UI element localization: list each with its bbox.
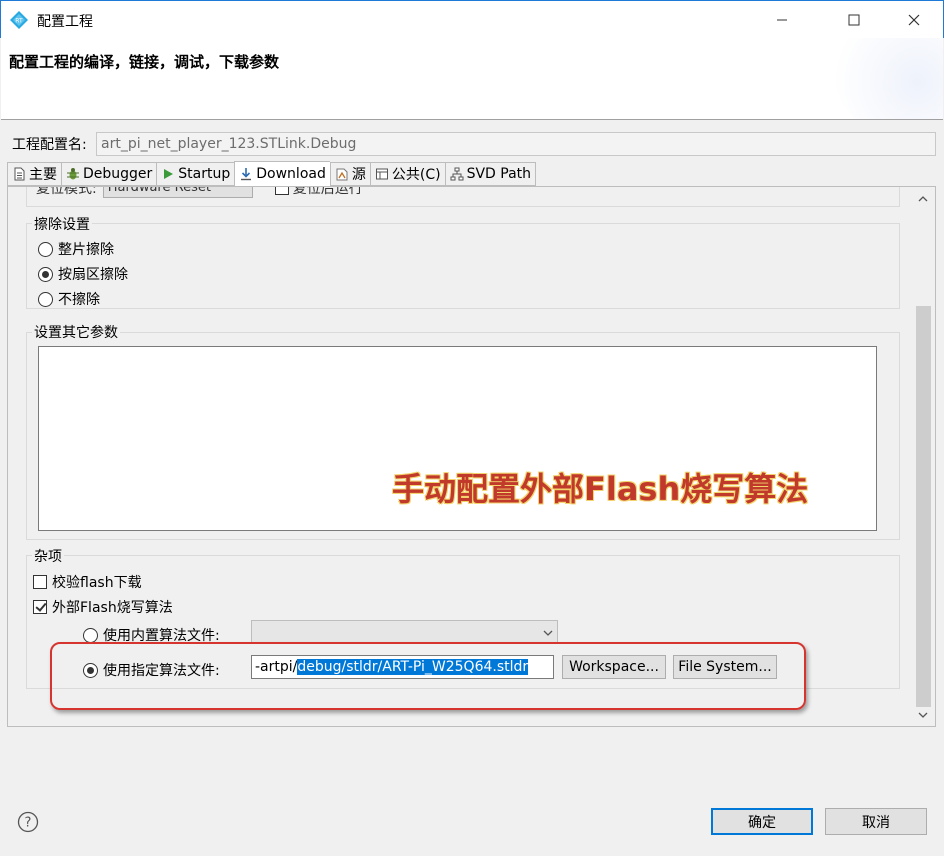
- tab-label: 公共(C): [391, 167, 441, 183]
- highlight-annotation-box: [50, 642, 806, 710]
- run-after-reset-checkbox[interactable]: [274, 187, 289, 195]
- erase-option-none[interactable]: 不擦除: [38, 289, 100, 309]
- cancel-button[interactable]: 取消: [825, 808, 927, 835]
- tab-debugger[interactable]: Debugger: [61, 162, 157, 186]
- option-label: 不擦除: [58, 292, 100, 308]
- config-name-row: 工程配置名: art_pi_net_player_123.STLink.Debu…: [12, 132, 936, 156]
- erase-option-full[interactable]: 整片擦除: [38, 239, 114, 259]
- annotation-overlay-text: 手动配置外部Flash烧写算法: [392, 470, 809, 508]
- bug-icon: [67, 168, 79, 180]
- tab-label: Debugger: [83, 166, 153, 182]
- scroll-down-icon[interactable]: [918, 710, 928, 720]
- dialog-header: 配置工程的编译，链接，调试，下载参数: [1, 38, 943, 120]
- builtin-algorithm-select[interactable]: [251, 620, 558, 644]
- radio-no-erase[interactable]: [38, 291, 53, 307]
- tab-svd-path[interactable]: SVD Path: [444, 162, 537, 186]
- radio-sector-erase[interactable]: [38, 266, 53, 282]
- tab-download[interactable]: Download: [234, 161, 330, 187]
- tab-label: Download: [256, 166, 326, 182]
- scroll-up-icon[interactable]: [918, 194, 928, 204]
- option-label: 整片擦除: [58, 242, 114, 258]
- minimize-button[interactable]: [759, 1, 805, 39]
- reset-mode-label: 复位模式:: [36, 186, 97, 197]
- reset-mode-select[interactable]: Hardware Reset: [102, 187, 253, 198]
- title-bar: RT 配置工程: [0, 0, 944, 38]
- misc-title: 杂项: [32, 546, 64, 566]
- ok-button[interactable]: 确定: [711, 808, 813, 835]
- tab-label: SVD Path: [466, 166, 532, 182]
- svg-text:?: ?: [25, 816, 32, 831]
- erase-option-sector[interactable]: 按扇区擦除: [38, 264, 128, 284]
- download-icon: [241, 168, 252, 181]
- tab-main[interactable]: 主要: [7, 162, 61, 186]
- maximize-icon: [848, 14, 860, 26]
- run-after-reset-label: 复位后运行: [292, 186, 363, 197]
- other-params-title: 设置其它参数: [32, 322, 120, 342]
- vertical-scrollbar[interactable]: [914, 190, 932, 721]
- svg-text:RT: RT: [15, 18, 23, 25]
- svd-icon: [450, 167, 464, 181]
- close-icon: [908, 14, 920, 26]
- tab-startup[interactable]: Startup: [156, 162, 235, 186]
- tab-bar: 主要 Debugger Startup Download 源 公共(C) SVD…: [7, 161, 537, 187]
- scrollbar-thumb[interactable]: [916, 306, 931, 707]
- tab-label: 主要: [29, 167, 57, 183]
- radio-builtin-algorithm[interactable]: [83, 627, 98, 643]
- radio-full-erase[interactable]: [38, 241, 53, 257]
- close-button[interactable]: [891, 1, 937, 39]
- tab-common[interactable]: 公共(C): [369, 162, 445, 186]
- tab-source[interactable]: 源: [329, 162, 370, 186]
- reset-mode-row: 复位模式: Hardware Reset 复位后运行: [36, 186, 363, 198]
- config-name-label: 工程配置名:: [12, 137, 87, 153]
- common-icon: [375, 168, 388, 180]
- external-flash-checkbox[interactable]: [33, 600, 47, 614]
- dialog-heading: 配置工程的编译，链接，调试，下载参数: [9, 53, 280, 71]
- external-flash-label: 外部Flash烧写算法: [52, 600, 173, 616]
- verify-flash-checkbox[interactable]: [33, 575, 47, 589]
- header-decoration: [833, 38, 943, 119]
- erase-settings-title: 擦除设置: [32, 214, 92, 234]
- play-icon: [164, 169, 174, 179]
- document-icon: [14, 167, 25, 181]
- maximize-button[interactable]: [831, 1, 877, 39]
- erase-settings-group: [26, 223, 900, 309]
- help-icon[interactable]: ?: [17, 811, 39, 833]
- verify-flash-row[interactable]: 校验flash下载: [33, 572, 142, 592]
- tab-label: 源: [351, 167, 366, 183]
- chevron-down-icon: [543, 630, 553, 636]
- verify-flash-label: 校验flash下载: [52, 575, 142, 591]
- source-icon: [336, 168, 348, 181]
- minimize-icon: [777, 19, 787, 21]
- window-title: 配置工程: [37, 14, 93, 30]
- tab-label: Startup: [178, 166, 231, 182]
- rt-thread-app-icon: RT: [10, 11, 28, 29]
- external-flash-row[interactable]: 外部Flash烧写算法: [33, 597, 173, 617]
- option-label: 按扇区擦除: [58, 267, 128, 283]
- config-name-field: art_pi_net_player_123.STLink.Debug: [96, 132, 936, 156]
